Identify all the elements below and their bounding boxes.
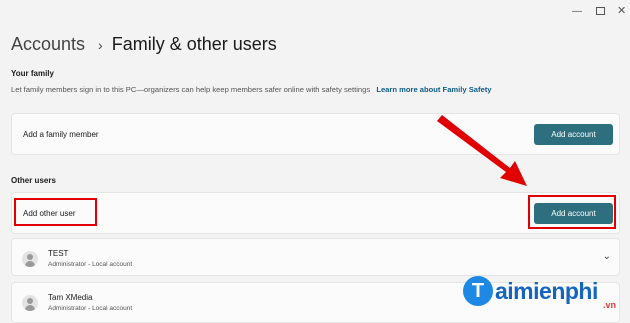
red-arrow-annotation: [437, 115, 527, 186]
watermark-logo: T aimienphi .vn: [463, 276, 616, 310]
logo-mark: T: [463, 276, 493, 306]
logo-text: aimienphi: [495, 277, 598, 304]
logo-suffix: .vn: [603, 300, 617, 310]
